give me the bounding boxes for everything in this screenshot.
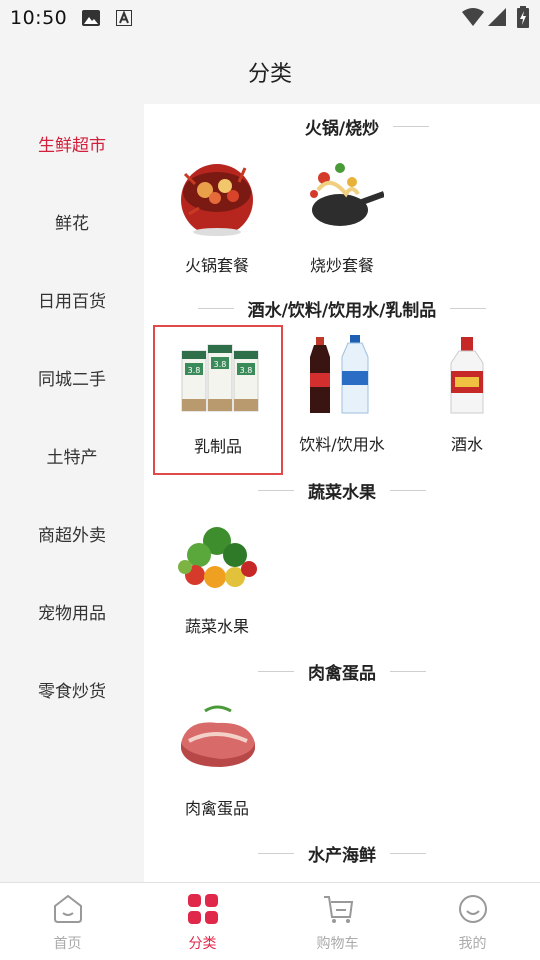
sidebar-item-pet-supplies[interactable]: 宠物用品 <box>0 572 144 650</box>
tile-label: 烧炒套餐 <box>309 256 374 275</box>
section-divider <box>390 852 426 854</box>
section-title-seafood: 水产海鲜 <box>144 841 540 866</box>
section-title-text: 蔬菜水果 <box>308 482 376 503</box>
section-divider <box>390 670 426 672</box>
sidebar-item-snacks[interactable]: 零食炒货 <box>0 650 144 728</box>
status-time: 10:50 <box>10 7 68 29</box>
tab-category[interactable]: 分类 <box>135 883 270 960</box>
sidebar-item-label: 日用百货 <box>38 291 106 312</box>
section-title-drinks: 酒水/饮料/饮用水/乳制品 <box>144 296 540 321</box>
page-title: 分类 <box>247 62 292 87</box>
tab-label: 我的 <box>458 936 487 952</box>
cart-icon <box>324 896 354 923</box>
milk-badge-text: 3.8 <box>214 360 227 369</box>
tile-label: 火锅套餐 <box>184 256 249 275</box>
section-title-vegetables: 蔬菜水果 <box>144 478 540 503</box>
section-title-hotpot: 火锅/烧炒 <box>144 114 540 139</box>
home-icon <box>54 894 82 923</box>
tile-label: 饮料/饮用水 <box>299 435 385 454</box>
section-divider <box>258 670 294 672</box>
category-content: 火锅/烧炒 火锅套餐 烧炒套餐 酒水/饮料/饮用水/乳制品 3.8 3.8 3.… <box>144 104 540 882</box>
tile-dairy[interactable]: 3.8 3.8 3.8 乳制品 <box>153 325 283 475</box>
tile-label: 蔬菜水果 <box>184 617 249 636</box>
tab-label: 分类 <box>188 936 217 952</box>
tile-stir-fry-set[interactable]: 烧炒套餐 <box>277 146 407 296</box>
milk-badge-text: 3.8 <box>188 366 201 375</box>
raw-meat-image <box>181 705 255 767</box>
milk-boxes-image: 3.8 3.8 3.8 <box>181 344 259 412</box>
tab-cart[interactable]: 购物车 <box>270 883 405 960</box>
sidebar-item-daily-goods[interactable]: 日用百货 <box>0 260 144 338</box>
translate-notification-icon <box>116 10 132 26</box>
sidebar-item-label: 生鲜超市 <box>38 135 106 156</box>
section-title-text: 酒水/饮料/饮用水/乳制品 <box>247 300 437 321</box>
gallery-notification-icon <box>82 10 100 26</box>
baijiu-bottle-image <box>450 337 484 414</box>
hotpot-image <box>181 164 253 236</box>
wifi-icon <box>462 8 484 26</box>
section-title-text: 肉禽蛋品 <box>308 663 376 684</box>
sidebar-item-fresh-market[interactable]: 生鲜超市 <box>0 104 144 182</box>
tile-meat-eggs[interactable]: 肉禽蛋品 <box>152 689 282 839</box>
milk-badge-text: 3.8 <box>240 366 253 375</box>
status-bar: 10:50 <box>0 0 540 36</box>
category-icon <box>188 894 218 924</box>
cellular-signal-icon <box>488 8 506 26</box>
header: 分类 <box>0 36 540 104</box>
sidebar-item-label: 土特产 <box>46 447 98 468</box>
tab-label: 购物车 <box>316 936 359 952</box>
sidebar-item-store-delivery[interactable]: 商超外卖 <box>0 494 144 572</box>
tile-hotpot-set[interactable]: 火锅套餐 <box>152 146 282 296</box>
tile-label: 酒水 <box>450 435 483 454</box>
tile-vegetables-fruits[interactable]: 蔬菜水果 <box>152 507 282 657</box>
tab-home[interactable]: 首页 <box>0 883 135 960</box>
battery-charging-icon <box>517 6 529 28</box>
category-sidebar: 生鲜超市 鲜花 日用百货 同城二手 土特产 商超外卖 宠物用品 零食炒货 <box>0 104 144 882</box>
sidebar-item-label: 零食炒货 <box>38 681 106 702</box>
section-title-text: 水产海鲜 <box>308 845 376 866</box>
sidebar-item-flowers[interactable]: 鲜花 <box>0 182 144 260</box>
tile-label: 肉禽蛋品 <box>184 799 249 818</box>
tile-liquor[interactable]: 酒水 <box>402 325 532 475</box>
section-title-text: 火锅/烧炒 <box>304 118 380 139</box>
section-divider <box>258 852 294 854</box>
section-divider <box>258 489 294 491</box>
tab-label: 首页 <box>53 936 82 952</box>
tile-beverages-water[interactable]: 饮料/饮用水 <box>277 325 407 475</box>
section-divider <box>197 307 234 309</box>
tile-label: 乳制品 <box>193 437 242 456</box>
vegetables-fruits-image <box>178 527 257 588</box>
section-divider <box>390 489 426 491</box>
sidebar-item-label: 宠物用品 <box>38 603 106 624</box>
sidebar-item-label: 商超外卖 <box>38 525 106 546</box>
section-divider <box>450 307 487 309</box>
bottles-image <box>310 335 369 414</box>
section-title-meat: 肉禽蛋品 <box>144 659 540 684</box>
sidebar-item-local-specialties[interactable]: 土特产 <box>0 416 144 494</box>
sidebar-item-label: 同城二手 <box>38 369 106 390</box>
bottom-tab-bar: 首页 分类 购物车 我的 <box>0 882 540 960</box>
sidebar-item-second-hand[interactable]: 同城二手 <box>0 338 144 416</box>
tab-profile[interactable]: 我的 <box>405 883 540 960</box>
section-divider <box>393 125 430 127</box>
profile-icon <box>459 895 487 923</box>
wok-image <box>310 163 384 226</box>
sidebar-item-label: 鲜花 <box>55 213 89 234</box>
